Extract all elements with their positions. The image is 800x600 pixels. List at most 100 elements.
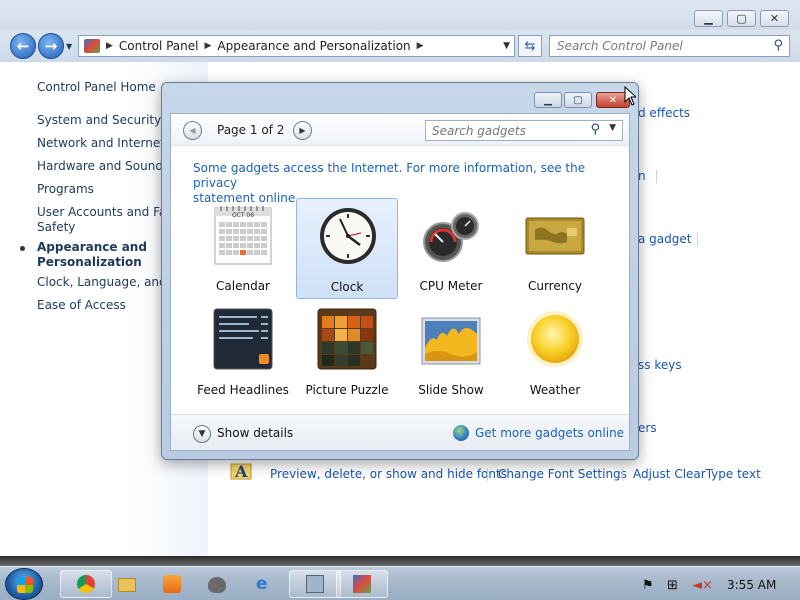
- close-button[interactable]: ✕: [760, 10, 789, 27]
- nav-ease-of-access[interactable]: Ease of Access: [37, 298, 126, 313]
- windows-logo-icon: [17, 577, 33, 593]
- gadget-feed-headlines[interactable]: Feed Headlines: [192, 302, 294, 403]
- gadget-label: Clock: [330, 280, 364, 294]
- volume-muted-icon[interactable]: ◄×: [692, 578, 713, 593]
- refresh-button[interactable]: ⇆: [518, 35, 542, 57]
- gadget-clock[interactable]: Clock: [296, 198, 398, 299]
- breadcrumb-separator-icon: ▶: [204, 41, 212, 51]
- link-effects-partial[interactable]: d effects: [638, 106, 690, 121]
- gadget-search-input[interactable]: Search gadgets ⚲ ▼: [425, 120, 623, 141]
- taskbar-chrome[interactable]: [60, 570, 112, 598]
- link-separator: [697, 233, 698, 246]
- maximize-icon: ▢: [573, 94, 583, 106]
- link-gadget-partial[interactable]: a gadget: [638, 232, 691, 247]
- window-bottom-edge: [0, 556, 800, 566]
- feed-headlines-icon: [213, 308, 273, 370]
- search-icon[interactable]: ⚲: [590, 122, 600, 137]
- mouse-pointer-icon: [624, 85, 638, 109]
- taskbar-gadgets[interactable]: [289, 570, 341, 598]
- gadgets-taskbar-icon: [306, 575, 324, 593]
- clock-icon: [318, 205, 378, 267]
- action-center-flag-icon[interactable]: ⚑: [642, 578, 654, 593]
- show-details-button[interactable]: ▼: [193, 425, 211, 443]
- link-adjust-cleartype[interactable]: Adjust ClearType text: [633, 467, 761, 482]
- link-separator: [656, 170, 657, 183]
- gadget-label: Weather: [529, 383, 581, 397]
- link-preview-fonts[interactable]: Preview, delete, or show and hide fonts: [270, 467, 507, 482]
- raccoon-app-icon[interactable]: [208, 575, 226, 593]
- gadget-weather[interactable]: Weather: [504, 302, 606, 403]
- gadgets-maximize-button[interactable]: ▢: [564, 92, 592, 108]
- minimize-button[interactable]: ▁: [694, 10, 723, 27]
- cpu-meter-icon: [421, 204, 481, 266]
- gadget-label: Slide Show: [418, 383, 484, 397]
- maximize-button[interactable]: ▢: [727, 10, 756, 27]
- nav-network-internet[interactable]: Network and Internet: [37, 136, 165, 151]
- gadget-calendar[interactable]: OCT 06 Calendar: [192, 198, 294, 299]
- nav-hardware-sound[interactable]: Hardware and Sound: [37, 159, 163, 174]
- chevron-down-icon[interactable]: ▼: [609, 123, 616, 133]
- address-box[interactable]: ▶ Control Panel ▶ Appearance and Persona…: [78, 35, 515, 57]
- breadcrumb-appearance[interactable]: Appearance and Personalization: [217, 39, 410, 53]
- nav-clock-language[interactable]: Clock, Language, and R: [37, 275, 179, 290]
- gadget-slide-show[interactable]: Slide Show: [400, 302, 502, 403]
- refresh-icon: ⇆: [524, 38, 536, 54]
- back-button[interactable]: ←: [10, 33, 36, 59]
- get-more-gadgets-link[interactable]: Get more gadgets online: [475, 426, 624, 440]
- search-icon[interactable]: ⚲: [773, 38, 783, 53]
- nav-control-panel-home[interactable]: Control Panel Home: [37, 80, 156, 95]
- show-details-label[interactable]: Show details: [217, 426, 293, 440]
- calendar-icon: OCT 06: [213, 204, 273, 266]
- link-ers-partial[interactable]: ers: [638, 421, 657, 436]
- minimize-icon: ▁: [704, 12, 713, 25]
- svg-text:A: A: [234, 462, 248, 480]
- prev-page-button[interactable]: ◀: [183, 121, 202, 140]
- link-partial-n[interactable]: n: [638, 169, 646, 184]
- system-clock[interactable]: 3:55 AM: [727, 578, 776, 592]
- current-section-bullet-icon: [20, 246, 25, 251]
- nav-system-security[interactable]: System and Security: [37, 113, 161, 128]
- gadgets-minimize-button[interactable]: ▁: [534, 92, 562, 108]
- close-icon: ✕: [769, 12, 780, 25]
- next-page-button[interactable]: ▶: [293, 121, 312, 140]
- picture-puzzle-icon: [317, 308, 377, 370]
- nav-appearance-current-line2: Personalization: [37, 255, 142, 269]
- chevron-right-icon: ▶: [299, 126, 306, 135]
- address-dropdown-icon[interactable]: ▼: [503, 41, 510, 51]
- link-separator: [487, 468, 488, 481]
- gadget-currency[interactable]: Currency: [504, 198, 606, 299]
- control-panel-icon: [84, 39, 100, 53]
- explorer-folder-icon[interactable]: [118, 575, 136, 593]
- recent-pages-chevron-icon[interactable]: ▼: [66, 42, 72, 51]
- forward-button[interactable]: →: [38, 33, 64, 59]
- currency-icon: [525, 204, 585, 266]
- search-input[interactable]: Search Control Panel ⚲: [549, 35, 790, 57]
- link-change-font-settings[interactable]: Change Font Settings: [498, 467, 627, 482]
- slide-show-icon: [421, 308, 481, 370]
- gadget-picture-puzzle[interactable]: Picture Puzzle: [296, 302, 398, 403]
- control-panel-taskbar-icon: [353, 575, 371, 593]
- gadgets-footer: ▼ Show details Get more gadgets online: [171, 414, 629, 450]
- start-button[interactable]: [5, 568, 43, 600]
- taskbar-control-panel[interactable]: [336, 570, 388, 598]
- minimize-icon: ▁: [544, 94, 552, 106]
- maximize-icon: ▢: [736, 12, 747, 25]
- internet-explorer-icon[interactable]: e: [256, 575, 274, 593]
- gadget-label: Calendar: [216, 279, 270, 293]
- link-keys-partial[interactable]: ss keys: [638, 358, 682, 373]
- breadcrumb-separator-icon: ▶: [106, 41, 113, 51]
- nav-programs[interactable]: Programs: [37, 182, 94, 197]
- gadget-cpu-meter[interactable]: CPU Meter: [400, 198, 502, 299]
- breadcrumb-control-panel[interactable]: Control Panel: [119, 39, 199, 53]
- breadcrumb-separator-icon: ▶: [416, 41, 424, 51]
- chevron-left-icon: ◀: [189, 126, 196, 135]
- nav-appearance-current: Appearance and: [37, 240, 147, 254]
- search-placeholder: Search Control Panel: [557, 39, 683, 53]
- media-player-icon[interactable]: [163, 575, 181, 593]
- nav-user-accounts-line2[interactable]: Safety: [37, 220, 75, 235]
- gadget-search-placeholder: Search gadgets: [432, 123, 526, 138]
- gadgets-content: ◀ Page 1 of 2 ▶ Search gadgets ⚲ ▼ Some …: [170, 113, 630, 451]
- gadget-label: Feed Headlines: [197, 383, 289, 397]
- gadget-label: Picture Puzzle: [305, 383, 389, 397]
- network-icon[interactable]: ⊞: [667, 578, 678, 593]
